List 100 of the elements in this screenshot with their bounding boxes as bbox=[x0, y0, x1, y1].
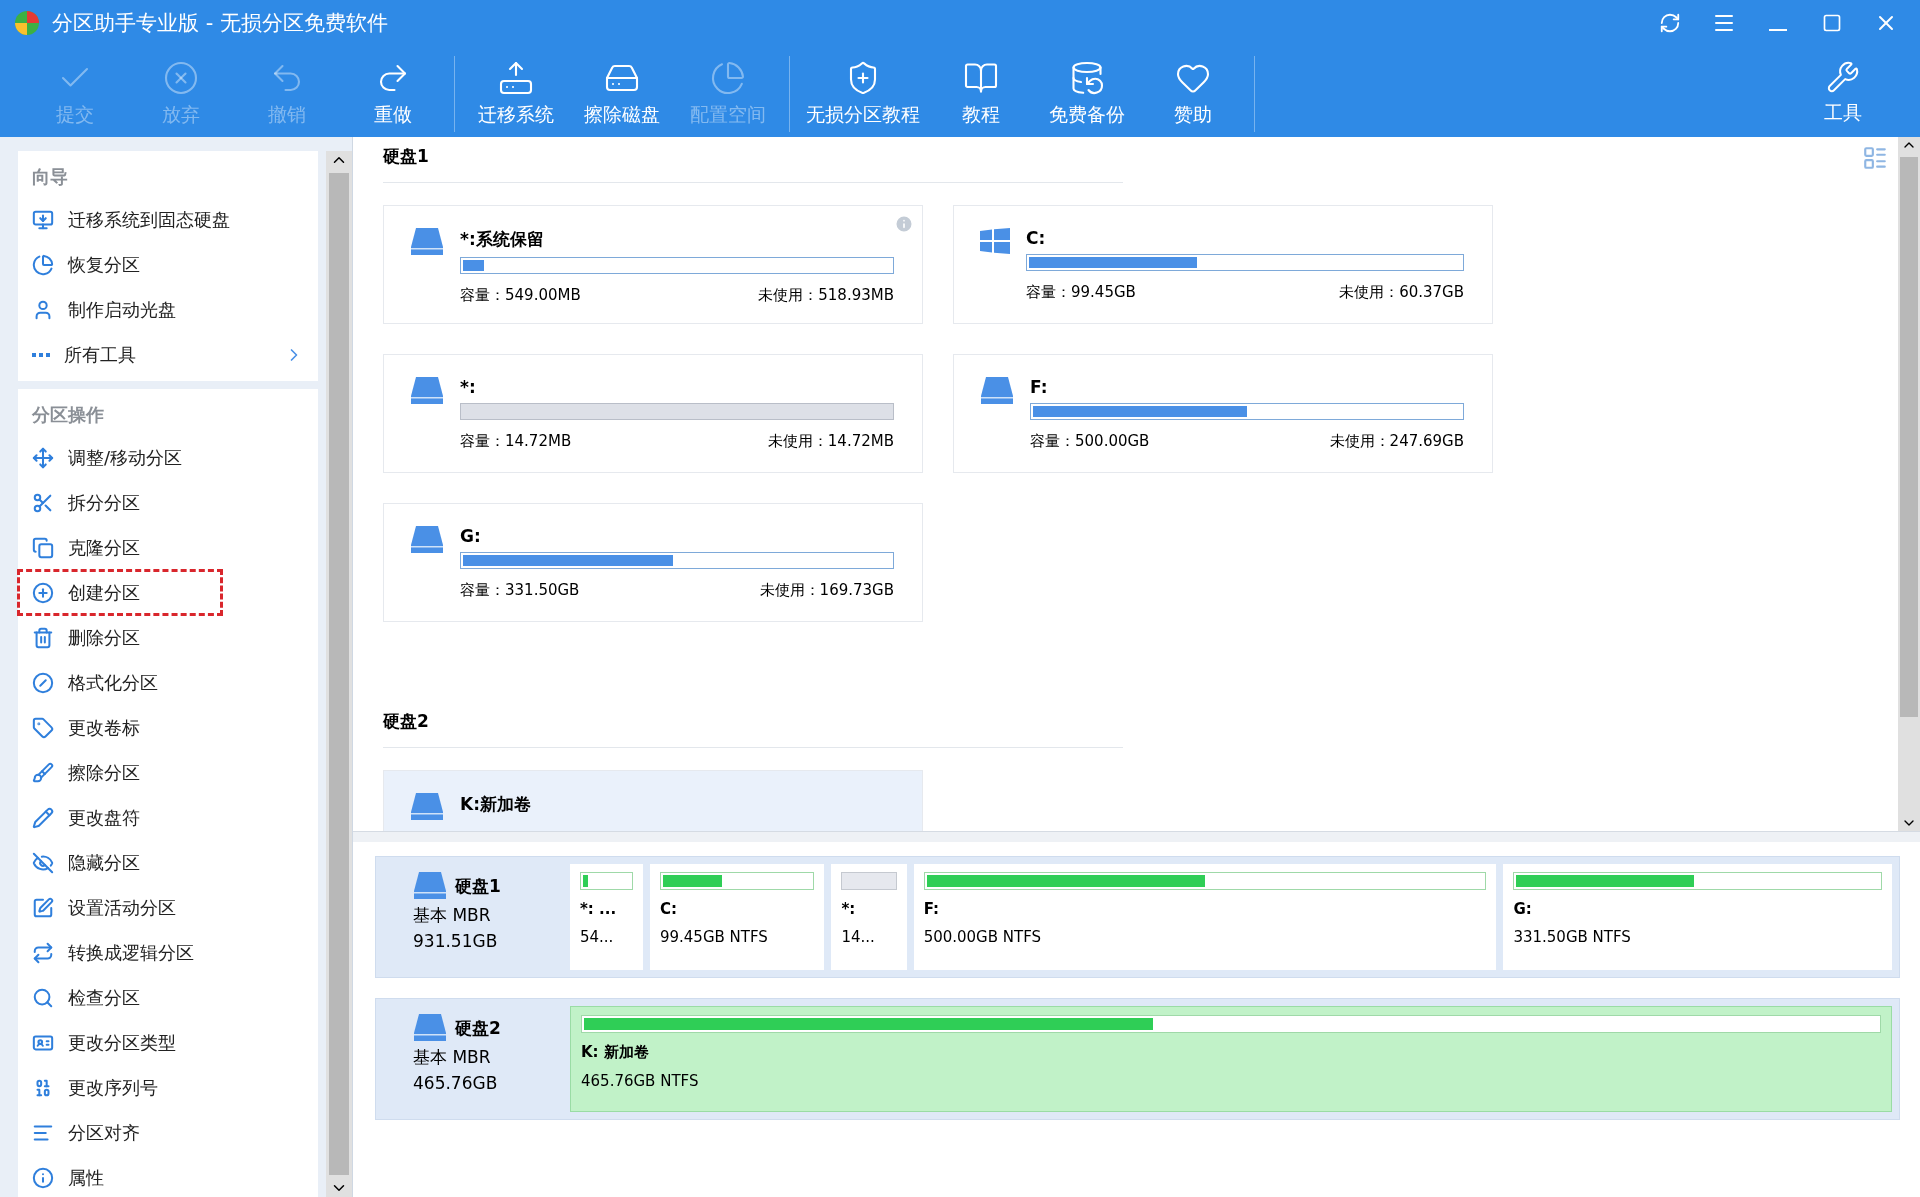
refresh-icon bbox=[1659, 12, 1681, 34]
sidebar-item[interactable]: 擦除分区 bbox=[18, 750, 318, 795]
partition-block[interactable]: C: 99.45GB NTFS bbox=[649, 864, 825, 970]
move-icon bbox=[32, 446, 54, 469]
sidebar-item[interactable]: 检查分区 bbox=[18, 975, 318, 1020]
scrollbar[interactable] bbox=[326, 151, 352, 1197]
partition-card[interactable]: *:系统保留 容量：549.00MB 未使用：518.93MB bbox=[383, 205, 923, 324]
partition-card[interactable]: G: 容量：331.50GB 未使用：169.73GB bbox=[383, 503, 923, 622]
tools-button[interactable]: 工具 bbox=[1790, 56, 1896, 130]
section-title: 分区操作 bbox=[31, 403, 105, 427]
sidebar-item[interactable]: 分区对齐 bbox=[18, 1110, 318, 1155]
section-title: 向导 bbox=[31, 165, 69, 189]
plus-icon bbox=[32, 581, 54, 604]
tag-icon bbox=[32, 716, 54, 739]
scissors-icon bbox=[32, 491, 54, 514]
toolbar-button[interactable]: 免费备份 bbox=[1034, 56, 1140, 132]
pie-icon bbox=[32, 253, 54, 276]
window-title: 分区助手专业版 - 无损分区免费软件 bbox=[52, 10, 389, 37]
sidebar-item[interactable]: 隐藏分区 bbox=[18, 840, 318, 885]
partition-label: F: bbox=[923, 900, 941, 918]
partition-detail: 54... bbox=[580, 928, 615, 946]
unused-text: 未使用：518.93MB bbox=[758, 286, 894, 305]
disk-title: 硬盘2 bbox=[383, 702, 1123, 748]
unused-text: 未使用：14.72MB bbox=[767, 432, 894, 451]
partition-block[interactable]: K: 新加卷 465.76GB NTFS bbox=[570, 1006, 1892, 1112]
partition-card[interactable]: K:新加卷 bbox=[383, 770, 923, 831]
sidebar-item[interactable]: 恢复分区 bbox=[18, 242, 318, 287]
toolbar-button[interactable]: 无损分区教程 bbox=[798, 56, 928, 132]
sidebar-item[interactable]: 创建分区 bbox=[18, 570, 222, 615]
scrollbar[interactable] bbox=[1898, 137, 1920, 831]
info-icon bbox=[32, 1166, 54, 1189]
partition-block[interactable]: G: 331.50GB NTFS bbox=[1503, 864, 1892, 970]
sidebar-item[interactable]: 克隆分区 bbox=[18, 525, 318, 570]
sidebar-item[interactable]: 设置活动分区 bbox=[18, 885, 318, 930]
partition-detail: 14... bbox=[841, 928, 876, 946]
eye-off-icon bbox=[32, 851, 54, 874]
sidebar-item[interactable]: 迁移系统到固态硬盘 bbox=[18, 197, 318, 242]
partition-card[interactable]: *: 容量：14.72MB 未使用：14.72MB bbox=[383, 354, 923, 473]
partition-label: G: bbox=[1513, 900, 1533, 918]
partition-name: K:新加卷 bbox=[460, 793, 532, 816]
dots-icon bbox=[32, 352, 50, 357]
sidebar-item[interactable]: 更改盘符 bbox=[18, 795, 318, 840]
unused-text: 未使用：169.73GB bbox=[759, 581, 894, 600]
search-icon bbox=[32, 986, 54, 1009]
partition-label: *: bbox=[841, 900, 857, 918]
toolbar-button[interactable]: 擦除磁盘 bbox=[569, 56, 675, 132]
view-toggle-icon[interactable] bbox=[1862, 145, 1888, 171]
partition-detail: 500.00GB NTFS bbox=[923, 928, 1043, 946]
sidebar-item[interactable]: 调整/移动分区 bbox=[18, 435, 318, 480]
disk-type: 基本 MBR bbox=[413, 1046, 492, 1069]
capacity-text: 容量：500.00GB bbox=[1030, 432, 1150, 451]
toolbar-button[interactable]: 教程 bbox=[928, 56, 1034, 132]
partition-block[interactable]: F: 500.00GB NTFS bbox=[913, 864, 1497, 970]
unused-text: 未使用：247.69GB bbox=[1329, 432, 1464, 451]
windows-icon bbox=[980, 228, 1010, 254]
sidebar-item[interactable]: 更改卷标 bbox=[18, 705, 318, 750]
toolbar-button[interactable]: 重做 bbox=[340, 56, 446, 132]
disk-title: 硬盘1 bbox=[383, 137, 1123, 183]
pencil-icon bbox=[32, 806, 54, 829]
capacity-text: 容量：14.72MB bbox=[460, 432, 572, 451]
partition-block[interactable]: *: 14... bbox=[831, 864, 907, 970]
partition-label: *: ... bbox=[580, 900, 618, 918]
sidebar-item[interactable]: 格式化分区 bbox=[18, 660, 318, 705]
partition-card[interactable]: F: 容量：500.00GB 未使用：247.69GB bbox=[953, 354, 1493, 473]
database-icon bbox=[1069, 60, 1105, 96]
partition-block[interactable]: *: ... 54... bbox=[570, 864, 643, 970]
trash-icon bbox=[32, 626, 54, 649]
partition-label: C: bbox=[659, 900, 678, 918]
drive-arrow-icon bbox=[498, 60, 534, 96]
partition-detail: 465.76GB NTFS bbox=[581, 1072, 700, 1090]
disk-type: 基本 MBR bbox=[413, 904, 492, 927]
maximize-icon bbox=[1822, 13, 1842, 33]
capacity-text: 容量：331.50GB bbox=[460, 581, 580, 600]
sidebar-item[interactable]: 所有工具 bbox=[18, 332, 318, 377]
partition-name: F: bbox=[1030, 377, 1049, 397]
partition-name: *: bbox=[460, 377, 477, 397]
copy-icon bbox=[32, 536, 54, 559]
slash-icon bbox=[32, 671, 54, 694]
partition-detail: 331.50GB NTFS bbox=[1513, 928, 1632, 946]
partition-card[interactable]: C: 容量：99.45GB 未使用：60.37GB bbox=[953, 205, 1493, 324]
sidebar-item[interactable]: 删除分区 bbox=[18, 615, 318, 660]
disk-size: 465.76GB bbox=[413, 1073, 499, 1093]
sidebar-item[interactable]: 拆分分区 bbox=[18, 480, 318, 525]
capacity-text: 容量：549.00MB bbox=[460, 286, 581, 305]
brush-icon bbox=[32, 761, 54, 784]
sidebar-item[interactable]: 转换成逻辑分区 bbox=[18, 930, 318, 975]
sidebar-item[interactable]: 更改分区类型 bbox=[18, 1020, 318, 1065]
partition-label: K: 新加卷 bbox=[581, 1043, 650, 1062]
disk-size: 931.51GB bbox=[413, 931, 499, 951]
sidebar-item[interactable]: 属性 bbox=[18, 1155, 318, 1197]
disk-name: 硬盘1 bbox=[455, 874, 501, 898]
partition-name: *:系统保留 bbox=[460, 228, 545, 251]
repeat-icon bbox=[32, 941, 54, 964]
sidebar-item[interactable]: 制作启动光盘 bbox=[18, 287, 318, 332]
minimize-icon bbox=[1769, 29, 1787, 31]
pen-square-icon bbox=[32, 896, 54, 919]
toolbar-button[interactable]: 赞助 bbox=[1140, 56, 1246, 132]
disk-name: 硬盘2 bbox=[455, 1016, 501, 1040]
sidebar-item[interactable]: 更改序列号 bbox=[18, 1065, 318, 1110]
toolbar-button[interactable]: 迁移系统 bbox=[463, 56, 569, 132]
